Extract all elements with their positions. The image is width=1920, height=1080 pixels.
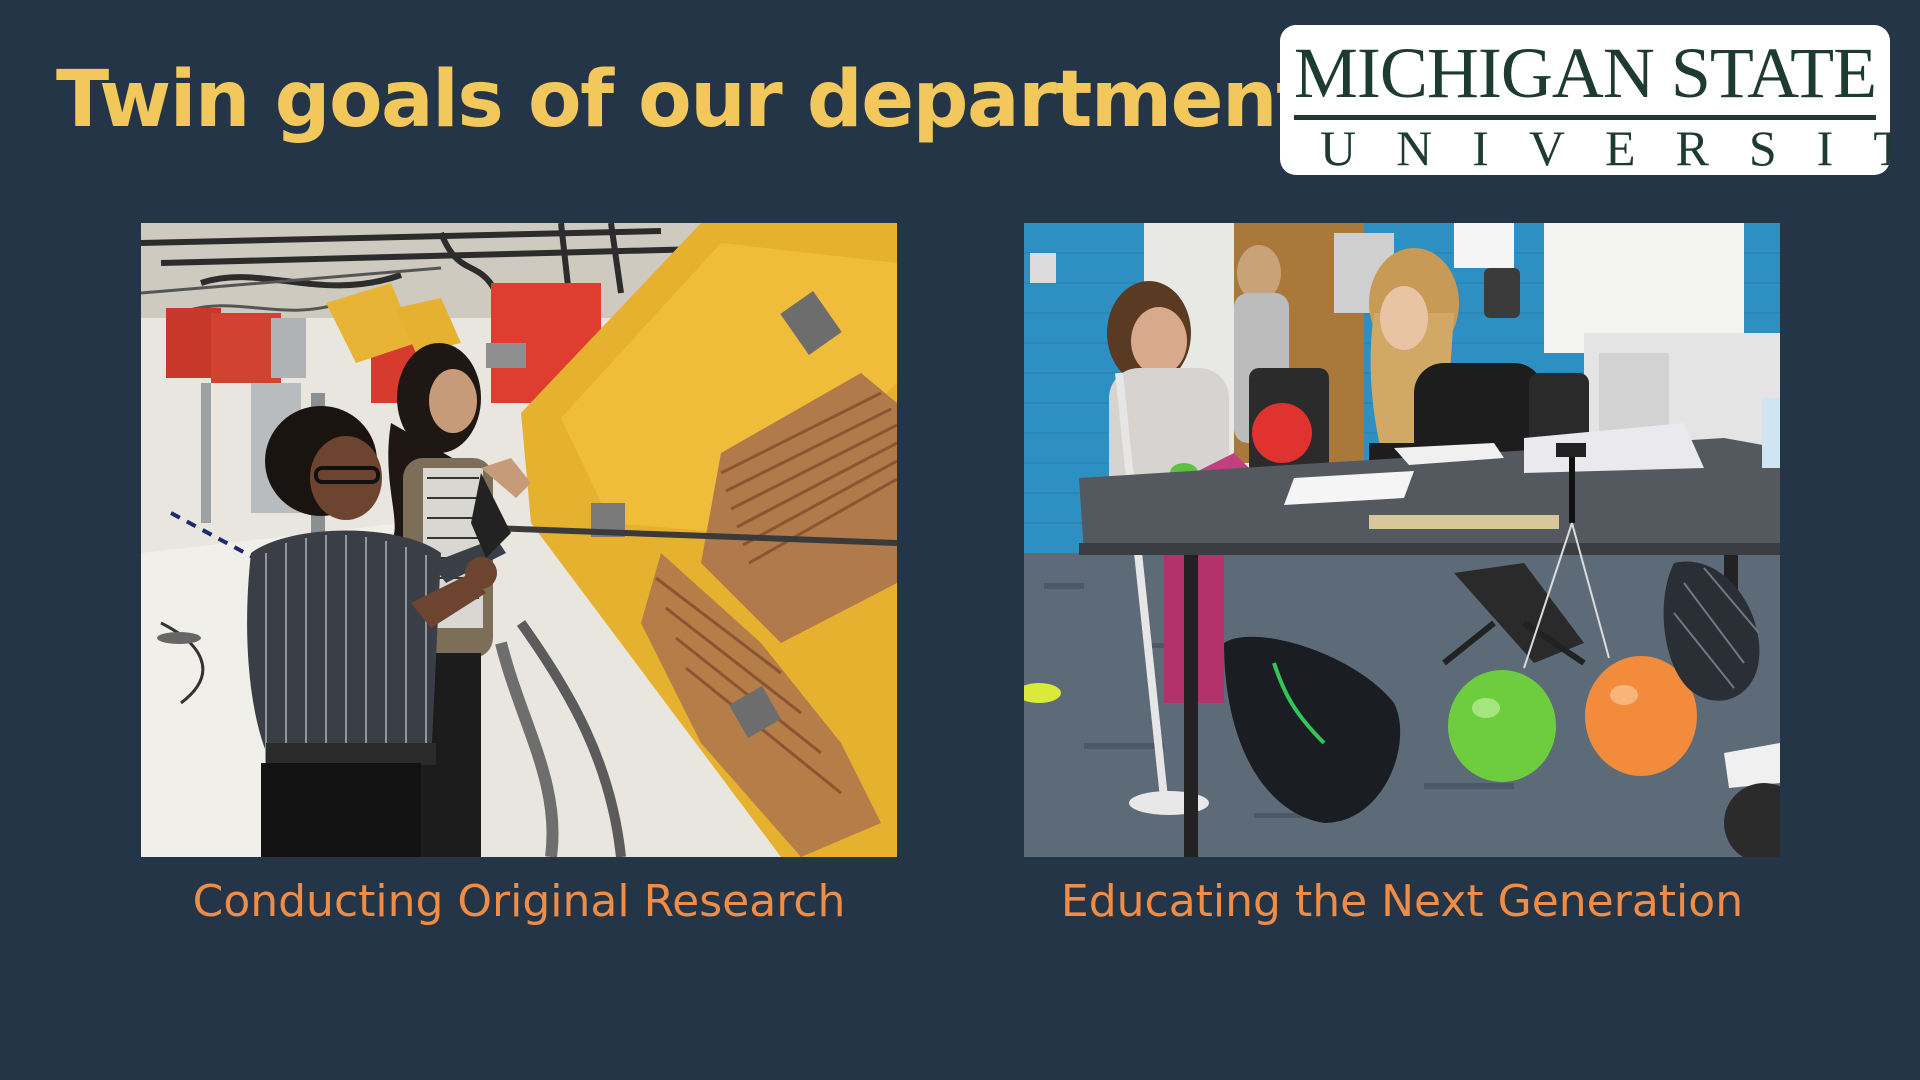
logo-line-2: UNIVERSITY [1320, 120, 1890, 175]
caption-education: Educating the Next Generation [1060, 876, 1744, 927]
slide-title: Twin goals of our department [56, 55, 1313, 145]
logo-line-1: MICHIGAN STATE [1293, 33, 1877, 113]
msu-logo: MICHIGAN STATE UNIVERSITY [1280, 25, 1890, 175]
caption-research: Conducting Original Research [192, 876, 846, 927]
classroom-photo [1024, 223, 1780, 857]
slide: Twin goals of our department MICHIGAN ST… [0, 0, 1920, 1080]
research-lab-photo [141, 223, 897, 857]
